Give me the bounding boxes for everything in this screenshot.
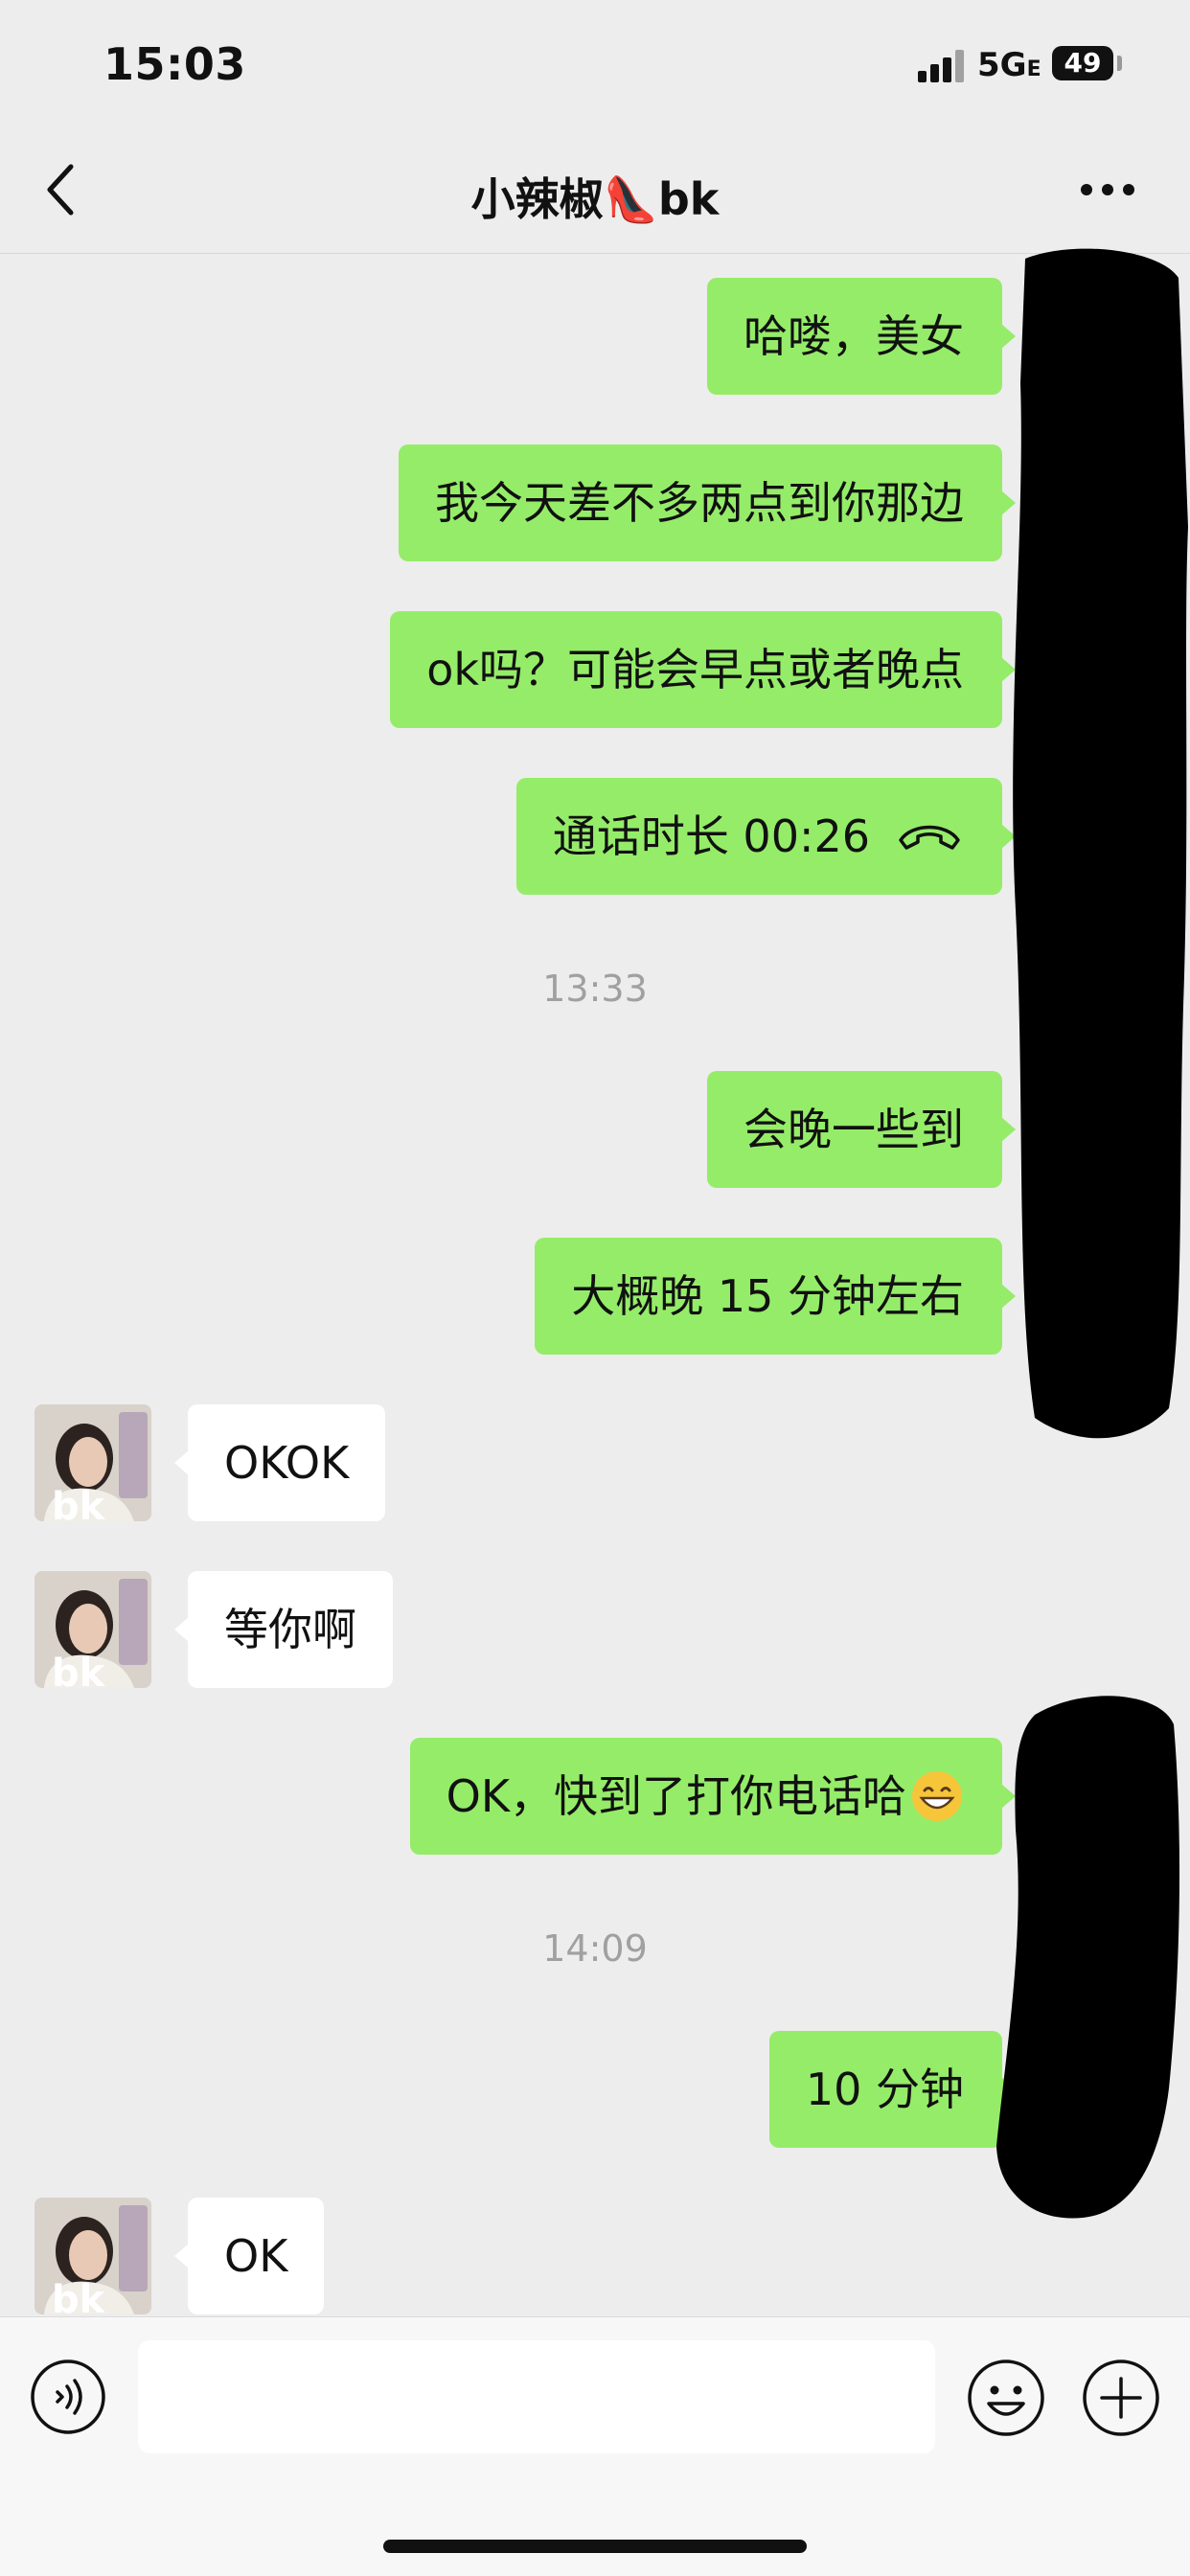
message-bubble-out[interactable]: 我今天差不多两点到你那边 [399,445,1016,561]
avatar[interactable]: bk [34,1571,151,1688]
battery-icon: 49 [1052,46,1113,80]
redaction-mark [1013,248,1188,1439]
network-label: 5GE [977,46,1041,84]
avatar[interactable]: bk [34,1404,151,1521]
message-bubble-out[interactable]: 10 分钟 [768,2031,1017,2148]
svg-text:bk: bk [52,1485,106,1521]
plus-icon[interactable] [1081,2358,1161,2438]
network-type: 5G [977,46,1027,84]
message-input[interactable] [138,2340,935,2453]
ellipsis-icon[interactable] [1081,184,1134,197]
phone-hangup-icon [899,825,960,850]
grinning-face-icon [912,1770,962,1821]
input-bar [0,2316,1190,2576]
chat-title: 小辣椒👠bk [470,173,720,225]
avatar[interactable]: bk [34,2198,151,2314]
message-bubble-in[interactable]: OKOK [173,1404,386,1521]
signal-icon [918,50,966,82]
message-bubble-out[interactable]: 大概晚 15 分钟左右 [535,1238,1016,1355]
voice-icon[interactable] [29,2358,107,2436]
message-bubble-in[interactable]: 等你啊 [174,1571,393,1688]
call-duration-label: 通话时长 00:26 [552,810,870,862]
home-indicator[interactable] [383,2540,807,2553]
battery-cap [1117,56,1122,71]
message-bubble-out[interactable]: ok吗？可能会早点或者晚点 [390,611,1016,728]
message-text: OK，快到了打你电话哈 [446,1770,906,1822]
network-sub: E [1026,57,1041,81]
message-bubble-out[interactable]: OK，快到了打你电话哈 [409,1738,1017,1855]
message-bubble-out[interactable]: 哈喽，美女 [707,278,1016,395]
svg-text:bk: bk [52,1652,106,1688]
status-bar: 15:03 5GE 49 [0,0,1190,134]
svg-text:bk: bk [52,2278,106,2314]
chat-header: 小辣椒👠bk [0,134,1190,254]
status-time: 15:03 [103,38,246,90]
call-record-bubble[interactable]: 通话时长 00:26 [515,778,1017,895]
message-bubble-in[interactable]: OK [173,2198,325,2314]
message-bubble-out[interactable]: 会晚一些到 [707,1071,1016,1188]
smiley-icon[interactable] [966,2358,1046,2438]
redaction-mark [996,1696,1180,2219]
